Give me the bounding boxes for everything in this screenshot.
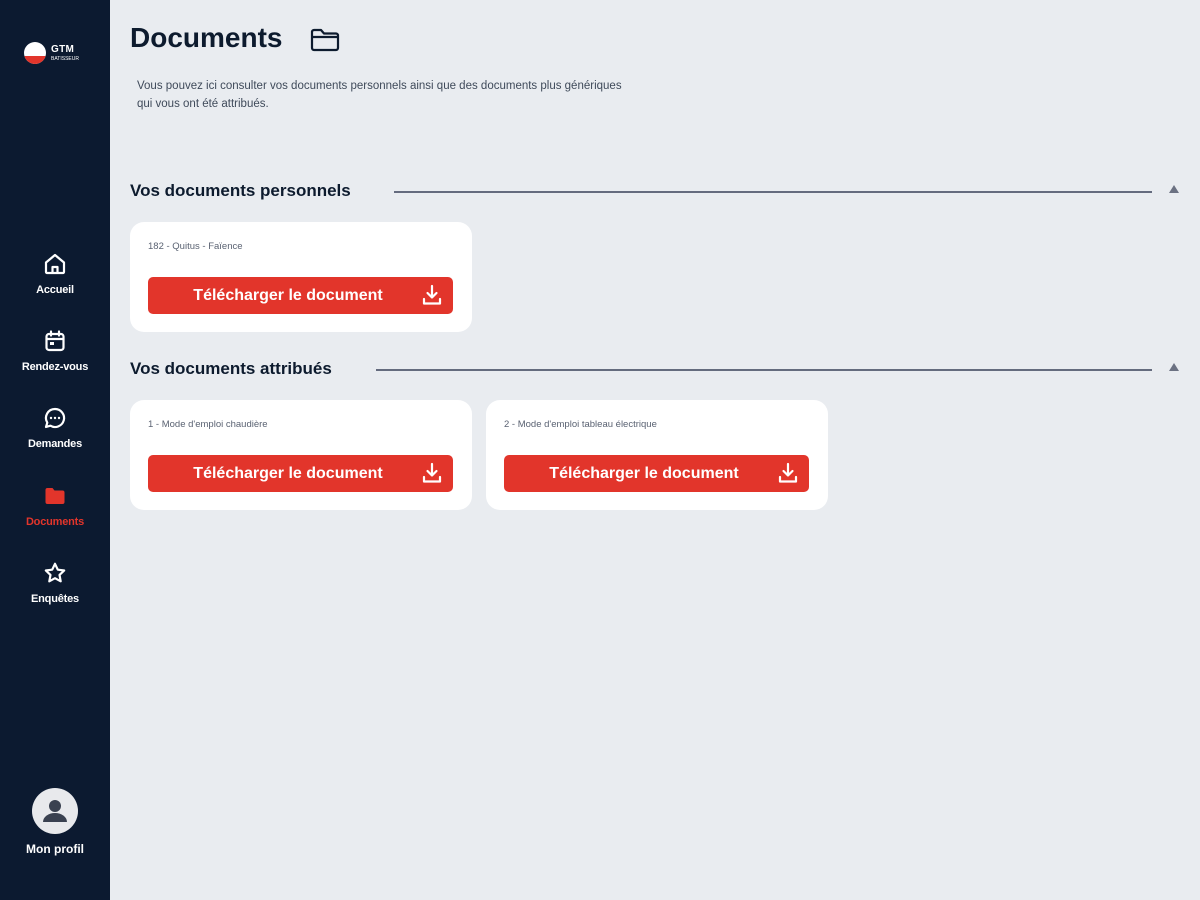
sidebar-item-label: Rendez-vous: [21, 361, 89, 373]
profile-label: Mon profil: [26, 842, 84, 856]
page-intro: Vous pouvez ici consulter vos documents …: [137, 77, 737, 113]
download-icon: [422, 284, 442, 305]
brand-logo[interactable]: GTM BATISSEUR: [24, 42, 88, 68]
section-divider: [376, 369, 1152, 371]
folder-icon: [45, 488, 65, 504]
intro-line: Vous pouvez ici consulter vos documents …: [137, 80, 622, 92]
sidebar: GTM BATISSEUR Accueil Rendez-vous Demand…: [0, 0, 110, 900]
section-divider: [394, 191, 1152, 193]
calendar-icon: [45, 330, 65, 352]
sidebar-item-label: Documents: [25, 516, 85, 528]
home-icon: [44, 253, 66, 275]
document-name: 182 - Quitus - Faïence: [148, 241, 243, 252]
sidebar-item-documents[interactable]: Documents: [0, 484, 110, 544]
download-icon: [422, 462, 442, 483]
folder-outline-icon: [310, 28, 340, 52]
download-button-label: Télécharger le document: [193, 465, 383, 482]
document-card: 1 - Mode d'emploi chaudière Télécharger …: [130, 400, 472, 510]
sidebar-item-accueil[interactable]: Accueil: [0, 252, 110, 312]
triangle-up-icon[interactable]: [1168, 184, 1180, 194]
sidebar-item-label: Enquêtes: [31, 593, 79, 605]
section-title: Vos documents personnels: [130, 181, 351, 200]
download-button[interactable]: Télécharger le document: [148, 455, 453, 492]
section-header-personal: Vos documents personnels: [130, 181, 1180, 201]
document-card: 2 - Mode d'emploi tableau électrique Tél…: [486, 400, 828, 510]
document-card: 182 - Quitus - Faïence Télécharger le do…: [130, 222, 472, 332]
page-title: Documents: [130, 22, 283, 53]
document-name: 1 - Mode d'emploi chaudière: [148, 419, 268, 430]
intro-line: qui vous ont été attribués.: [137, 98, 269, 110]
star-icon: [44, 562, 66, 583]
sidebar-item-enquetes[interactable]: Enquêtes: [0, 561, 110, 621]
logo-subtext: BATISSEUR: [51, 56, 79, 62]
profile-button[interactable]: Mon profil: [0, 788, 110, 856]
section-title: Vos documents attribués: [130, 359, 332, 378]
download-button-label: Télécharger le document: [549, 465, 739, 482]
chat-bubble-icon: [44, 407, 66, 429]
user-avatar-icon: [32, 788, 78, 834]
triangle-up-icon[interactable]: [1168, 362, 1180, 372]
section-header-assigned: Vos documents attribués: [130, 359, 1180, 379]
sidebar-item-demandes[interactable]: Demandes: [0, 406, 110, 466]
sidebar-item-label: Accueil: [36, 284, 74, 296]
document-name: 2 - Mode d'emploi tableau électrique: [504, 419, 657, 430]
logo-mark-icon: [24, 42, 46, 64]
download-button-label: Télécharger le document: [193, 287, 383, 304]
sidebar-item-rendez-vous[interactable]: Rendez-vous: [0, 329, 110, 389]
download-button[interactable]: Télécharger le document: [148, 277, 453, 314]
sidebar-item-label: Demandes: [27, 438, 83, 450]
download-icon: [778, 462, 798, 483]
download-button[interactable]: Télécharger le document: [504, 455, 809, 492]
logo-text: GTM: [51, 44, 75, 55]
